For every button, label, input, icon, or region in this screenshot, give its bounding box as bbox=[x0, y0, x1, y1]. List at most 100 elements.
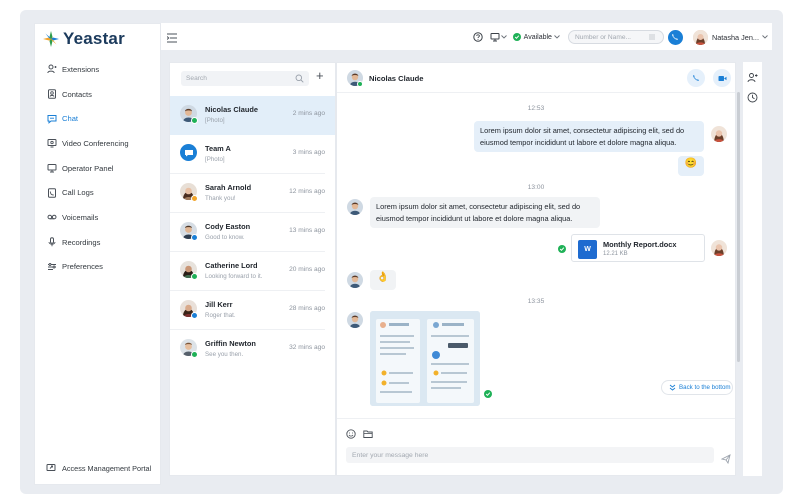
sidebar-item-voicemails[interactable]: Voicemails bbox=[35, 205, 162, 230]
conversation-item[interactable]: Nicolas Claude [Photo] 2 mins ago bbox=[170, 96, 335, 135]
online-status-icon bbox=[191, 117, 198, 124]
message-timestamp: 12:53 bbox=[527, 105, 545, 112]
conversation-name: Cody Easton bbox=[205, 222, 251, 231]
message-composer: Enter your message here bbox=[337, 418, 735, 476]
menu-toggle-icon[interactable] bbox=[166, 30, 179, 43]
photo-message[interactable] bbox=[370, 311, 480, 406]
search-icon bbox=[295, 74, 304, 83]
sidebar: Yeastar Extensions Contacts Chat Video C… bbox=[34, 23, 161, 485]
video-conferencing-icon bbox=[46, 138, 57, 149]
call-logs-icon bbox=[46, 187, 57, 198]
avatar bbox=[711, 240, 727, 256]
send-icon[interactable] bbox=[720, 451, 731, 465]
back-to-bottom-button[interactable]: Back to the bottom bbox=[661, 380, 733, 395]
chevron-down-icon[interactable] bbox=[500, 32, 507, 43]
conversation-list-panel: Search + Nicolas Claude [Photo] 2 mins a… bbox=[169, 62, 336, 476]
conversation-item[interactable]: Catherine Lord Looking forward to it. 20… bbox=[170, 252, 325, 291]
away-status-icon bbox=[191, 195, 198, 202]
call-button[interactable] bbox=[667, 29, 683, 45]
portal-label: Access Management Portal bbox=[62, 464, 152, 473]
sidebar-item-preferences[interactable]: Preferences bbox=[35, 255, 162, 280]
conversation-item[interactable]: Sarah Arnold Thank you! 12 mins ago bbox=[170, 174, 325, 213]
recordings-icon bbox=[46, 237, 57, 248]
conversation-preview: [Photo] bbox=[205, 117, 225, 124]
top-bar-controls: Available Number or Name... Natasha Jen.… bbox=[473, 27, 768, 47]
conversation-time: 12 mins ago bbox=[289, 188, 325, 195]
conversation-time: 20 mins ago bbox=[289, 266, 325, 273]
chevron-down-icon bbox=[554, 35, 560, 39]
back-to-bottom-label: Back to the bottom bbox=[679, 384, 731, 391]
sidebar-item-chat[interactable]: Chat bbox=[35, 106, 162, 131]
file-size: 12.21 KB bbox=[603, 251, 628, 257]
new-chat-plus-icon[interactable]: + bbox=[316, 69, 324, 82]
message-timestamp: 13:35 bbox=[527, 298, 545, 305]
phone-icon bbox=[693, 75, 699, 81]
preferences-icon bbox=[46, 261, 57, 272]
sidebar-item-label: Preferences bbox=[62, 262, 103, 272]
video-call-button[interactable] bbox=[713, 69, 731, 87]
dial-placeholder: Number or Name... bbox=[574, 33, 632, 41]
sidebar-item-extensions[interactable]: Extensions bbox=[35, 57, 162, 82]
avatar bbox=[711, 126, 727, 142]
voice-call-button[interactable] bbox=[687, 69, 705, 87]
outgoing-message: Lorem ipsum dolor sit amet, consectetur … bbox=[474, 121, 704, 152]
sidebar-nav: Extensions Contacts Chat Video Conferenc… bbox=[35, 57, 162, 279]
access-management-portal-link[interactable]: Access Management Portal bbox=[46, 463, 151, 474]
message-input[interactable]: Enter your message here bbox=[346, 447, 714, 463]
sidebar-item-call-logs[interactable]: Call Logs bbox=[35, 180, 162, 205]
add-member-icon[interactable] bbox=[747, 70, 758, 83]
online-status-icon bbox=[191, 273, 198, 280]
sent-check-icon bbox=[484, 390, 492, 398]
user-name: Natasha Jen... bbox=[711, 32, 759, 42]
dial-input[interactable]: Number or Name... bbox=[567, 30, 664, 44]
double-chevron-down-icon bbox=[669, 384, 676, 391]
message-list: 12:53 Lorem ipsum dolor sit amet, consec… bbox=[337, 94, 735, 416]
conversation-item[interactable]: Griffin Newton See you then. 32 mins ago bbox=[170, 330, 325, 369]
sidebar-item-recordings[interactable]: Recordings bbox=[35, 230, 162, 255]
top-bar: Available Number or Name... Natasha Jen.… bbox=[161, 23, 772, 50]
message-list-scrollbar[interactable] bbox=[737, 92, 740, 362]
conversation-preview: [Photo] bbox=[205, 156, 225, 163]
sidebar-item-label: Voicemails bbox=[62, 212, 99, 222]
avatar bbox=[347, 272, 363, 288]
folder-attach-icon[interactable] bbox=[363, 426, 373, 438]
emoji-picker-icon[interactable] bbox=[346, 426, 356, 439]
sidebar-item-label: Recordings bbox=[62, 237, 101, 247]
conversation-item[interactable]: Cody Easton Good to know. 13 mins ago bbox=[170, 213, 325, 252]
help-icon[interactable] bbox=[473, 32, 484, 43]
busy-status-icon bbox=[191, 312, 198, 319]
sidebar-item-label: Call Logs bbox=[62, 188, 94, 198]
file-name: Monthly Report.docx bbox=[603, 240, 677, 249]
incoming-emoji-message: 👌 bbox=[370, 270, 396, 290]
conversation-item[interactable]: Team A [Photo] 3 mins ago bbox=[170, 135, 325, 174]
conversation-preview: See you then. bbox=[205, 351, 244, 358]
extensions-icon bbox=[46, 64, 57, 75]
incoming-message: Lorem ipsum dolor sit amet, consectetur … bbox=[370, 197, 600, 228]
chat-panel: Nicolas Claude 12:53 Lorem ipsum dolor s… bbox=[336, 62, 736, 476]
sidebar-item-label: Extensions bbox=[62, 64, 100, 74]
file-attachment[interactable]: W Monthly Report.docx 12.21 KB bbox=[571, 234, 705, 262]
conversation-name: Jill Kerr bbox=[205, 300, 233, 309]
sidebar-item-label: Contacts bbox=[62, 89, 92, 99]
monitor-icon[interactable] bbox=[490, 32, 501, 43]
sidebar-item-operator-panel[interactable]: Operator Panel bbox=[35, 156, 162, 181]
online-status-icon bbox=[191, 351, 198, 358]
phone-icon bbox=[672, 34, 679, 40]
search-input[interactable]: Search bbox=[181, 71, 309, 86]
keypad-icon[interactable] bbox=[649, 33, 655, 41]
avatar bbox=[347, 199, 363, 215]
user-menu[interactable]: Natasha Jen... bbox=[692, 29, 768, 45]
conversation-list: Nicolas Claude [Photo] 2 mins ago Team A… bbox=[170, 96, 335, 369]
chat-icon bbox=[46, 113, 57, 124]
history-clock-icon[interactable] bbox=[747, 90, 758, 103]
chat-contact-name: Nicolas Claude bbox=[369, 74, 424, 83]
sidebar-item-video-conferencing[interactable]: Video Conferencing bbox=[35, 131, 162, 156]
conversation-item[interactable]: Jill Kerr Roger that. 28 mins ago bbox=[170, 291, 325, 330]
sidebar-item-contacts[interactable]: Contacts bbox=[35, 82, 162, 107]
brand-name: Yeastar bbox=[63, 29, 125, 48]
conversation-time: 13 mins ago bbox=[289, 227, 325, 234]
presence-status-dropdown[interactable]: Available bbox=[512, 33, 560, 41]
conversation-preview: Looking forward to it. bbox=[205, 273, 263, 280]
conversation-preview: Good to know. bbox=[205, 234, 245, 241]
sidebar-item-label: Operator Panel bbox=[62, 163, 114, 173]
